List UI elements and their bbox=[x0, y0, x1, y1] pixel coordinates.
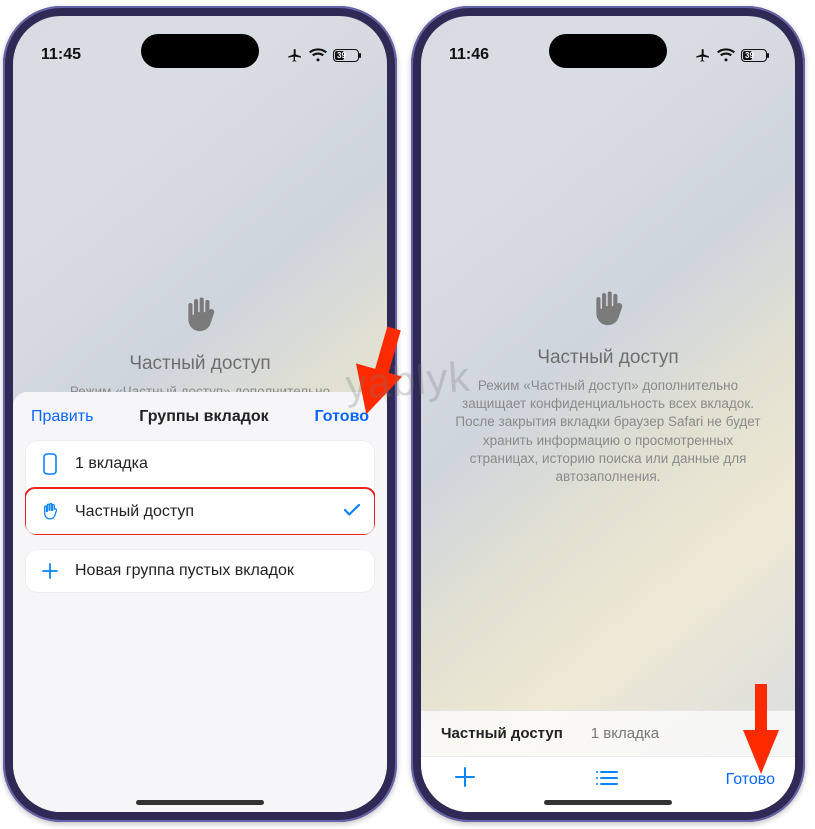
hand-icon bbox=[39, 502, 61, 522]
sheet-title: Группы вкладок bbox=[139, 408, 268, 426]
wifi-icon bbox=[309, 48, 327, 62]
status-time: 11:45 bbox=[41, 46, 81, 64]
tab-private[interactable]: Частный доступ bbox=[441, 725, 563, 742]
private-title: Частный доступ bbox=[39, 353, 361, 375]
tab-group-item-label: 1 вкладка bbox=[75, 455, 361, 473]
dynamic-island bbox=[141, 34, 259, 68]
plus-icon bbox=[454, 766, 476, 794]
wifi-icon bbox=[717, 48, 735, 62]
list-icon bbox=[595, 767, 619, 793]
battery-level: 39 bbox=[337, 51, 346, 60]
hand-icon bbox=[180, 294, 220, 343]
screen-left: 11:45 39 Частный доступ Режим «Частный д bbox=[13, 16, 387, 812]
status-time: 11:46 bbox=[449, 46, 489, 64]
private-mode-block: Частный доступ Режим «Частный доступ» до… bbox=[13, 294, 387, 401]
dynamic-island bbox=[549, 34, 667, 68]
status-icons: 39 bbox=[287, 47, 359, 63]
screenshot-pair: 11:45 39 Частный доступ Режим «Частный д bbox=[0, 0, 815, 828]
annotation-arrow-done-sheet bbox=[341, 324, 403, 414]
private-mode-block: Частный доступ Режим «Частный доступ» до… bbox=[421, 288, 795, 486]
tab-icon bbox=[39, 453, 61, 475]
tab-group-item-label: Частный доступ bbox=[75, 503, 329, 521]
private-title: Частный доступ bbox=[447, 347, 769, 369]
annotation-arrow-done-toolbar bbox=[737, 684, 785, 774]
status-icons: 39 bbox=[695, 47, 767, 63]
tab-one-tab[interactable]: 1 вкладка bbox=[591, 725, 659, 742]
tab-group-item-tabs[interactable]: 1 вкладка bbox=[25, 440, 375, 488]
tab-group-list: 1 вкладка Частный доступ bbox=[25, 440, 375, 535]
hand-icon bbox=[588, 288, 628, 337]
new-tab-button[interactable] bbox=[441, 766, 489, 794]
plus-icon bbox=[39, 562, 61, 580]
new-group-section: Новая группа пустых вкладок bbox=[25, 549, 375, 593]
tab-groups-button[interactable] bbox=[583, 767, 631, 793]
sheet-header: Править Группы вкладок Готово bbox=[25, 404, 375, 440]
private-desc: Режим «Частный доступ» дополнительно защ… bbox=[447, 377, 769, 486]
battery-level: 39 bbox=[745, 51, 754, 60]
home-indicator[interactable] bbox=[136, 800, 264, 805]
checkmark-icon bbox=[343, 503, 361, 522]
airplane-icon bbox=[287, 47, 303, 63]
new-group-label: Новая группа пустых вкладок bbox=[75, 562, 361, 580]
airplane-icon bbox=[695, 47, 711, 63]
phone-left: 11:45 39 Частный доступ Режим «Частный д bbox=[3, 6, 397, 822]
tab-groups-sheet: Править Группы вкладок Готово 1 вкладка bbox=[13, 392, 387, 812]
tab-group-item-private[interactable]: Частный доступ bbox=[25, 488, 375, 535]
home-indicator[interactable] bbox=[544, 800, 672, 805]
phone-right: 11:46 39 Частный доступ Режим «Частный д bbox=[411, 6, 805, 822]
new-tab-group-button[interactable]: Новая группа пустых вкладок bbox=[25, 549, 375, 593]
edit-button[interactable]: Править bbox=[31, 408, 93, 426]
